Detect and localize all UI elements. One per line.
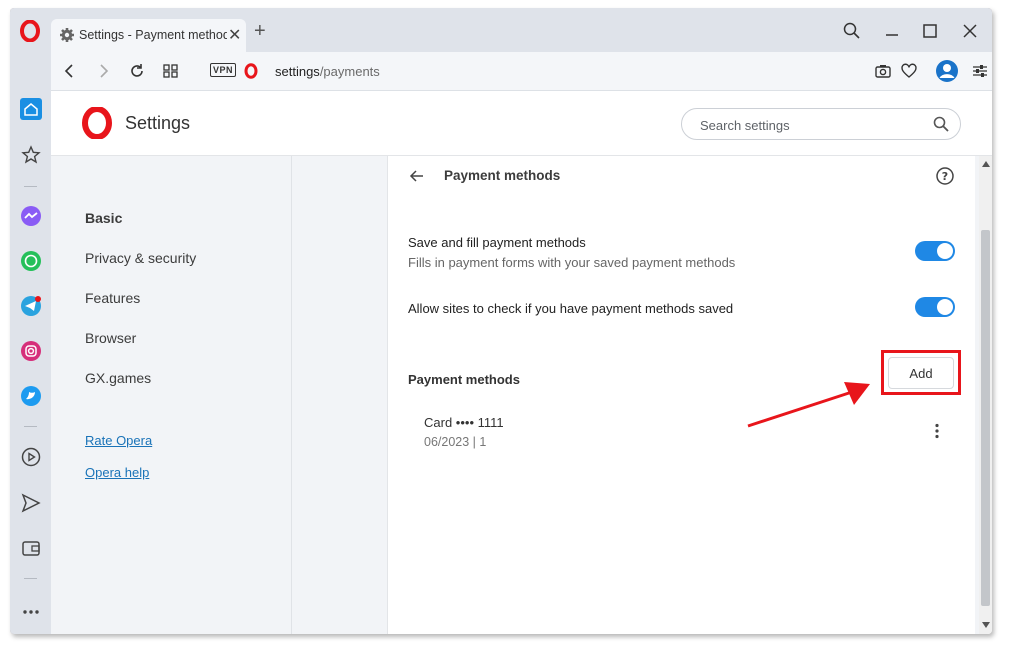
toggle-knob — [937, 299, 953, 315]
nav-item-privacy-security[interactable]: Privacy & security — [85, 250, 196, 266]
panel-title: Payment methods — [444, 168, 561, 183]
page-title: Settings — [125, 113, 191, 133]
url-field[interactable]: settings/payments — [275, 64, 380, 79]
opera-sidebar — [10, 52, 51, 634]
settings-page: Settings Basic Privacy & security Featur… — [51, 91, 992, 634]
help-icon[interactable]: ? — [935, 166, 955, 186]
vpn-badge[interactable]: VPN — [210, 63, 237, 77]
allow-check-title: Allow sites to check if you have payment… — [408, 301, 734, 316]
nav-item-features[interactable]: Features — [85, 290, 140, 306]
settings-header: Settings — [51, 91, 992, 156]
bookmarks-icon[interactable] — [20, 144, 42, 166]
scroll-down-icon[interactable] — [982, 622, 990, 628]
tab-settings[interactable]: Settings - Payment methods ✕ — [51, 19, 246, 53]
tab-close-icon[interactable]: ✕ — [228, 25, 241, 45]
search-input[interactable] — [698, 115, 922, 135]
send-flow-icon[interactable] — [20, 492, 42, 514]
opera-logo-icon — [82, 107, 112, 139]
gear-icon — [60, 28, 74, 42]
forward-icon[interactable] — [94, 62, 112, 80]
card-expiry: 06/2023 | 1 — [424, 435, 487, 449]
player-icon[interactable] — [20, 446, 42, 468]
tab-title: Settings - Payment methods — [79, 28, 227, 42]
twitter-icon[interactable] — [20, 385, 42, 407]
nav-item-browser[interactable]: Browser — [85, 330, 136, 346]
messenger-icon[interactable] — [20, 205, 42, 227]
opera-help-link[interactable]: Opera help — [85, 465, 149, 480]
speed-dial-icon[interactable] — [162, 62, 180, 80]
toggle-knob — [937, 243, 953, 259]
easy-setup-icon[interactable] — [971, 62, 989, 80]
search-tabs-icon[interactable] — [842, 21, 862, 41]
tab-bar: Settings - Payment methods ✕ + — [10, 8, 992, 53]
card-name: Card •••• 1111 — [424, 415, 504, 430]
close-window-icon[interactable] — [960, 21, 980, 41]
rate-opera-link[interactable]: Rate Opera — [85, 433, 152, 448]
more-icon[interactable] — [20, 601, 42, 623]
nav-item-gx-games[interactable]: GX.games — [85, 370, 151, 386]
whatsapp-icon[interactable] — [20, 250, 42, 272]
save-fill-subtitle: Fills in payment forms with your saved p… — [408, 255, 736, 270]
reload-icon[interactable] — [128, 62, 146, 80]
back-icon[interactable] — [61, 62, 79, 80]
snapshot-icon[interactable] — [874, 62, 892, 80]
maximize-icon[interactable] — [920, 21, 940, 41]
heart-icon[interactable] — [900, 62, 918, 80]
payment-methods-panel: Payment methods ? Save and fill payment … — [387, 156, 976, 634]
save-fill-toggle[interactable] — [915, 241, 955, 261]
search-box[interactable] — [681, 108, 961, 140]
sidebar-divider — [24, 578, 37, 579]
scroll-up-icon[interactable] — [982, 161, 990, 167]
settings-nav: Basic Privacy & security Features Browse… — [51, 156, 292, 634]
search-icon — [933, 116, 949, 132]
url-path: /payments — [319, 64, 380, 79]
scrollbar[interactable] — [979, 156, 992, 634]
svg-text:?: ? — [942, 170, 948, 183]
payment-methods-heading: Payment methods — [408, 372, 520, 387]
browser-window: Settings - Payment methods ✕ + VPN setti… — [10, 8, 992, 634]
scrollbar-thumb[interactable] — [981, 230, 990, 606]
address-bar: VPN settings/payments — [51, 52, 992, 91]
opera-menu-icon[interactable] — [20, 20, 40, 42]
save-fill-title: Save and fill payment methods — [408, 235, 586, 250]
minimize-icon[interactable] — [882, 21, 902, 41]
more-actions-icon[interactable] — [929, 422, 945, 440]
content-gutter — [292, 156, 387, 634]
profile-avatar-icon[interactable] — [935, 59, 959, 83]
opera-site-icon — [244, 63, 258, 79]
back-arrow-icon[interactable] — [408, 167, 426, 185]
url-host: settings — [275, 64, 320, 79]
home-icon[interactable] — [20, 98, 42, 120]
telegram-icon[interactable] — [20, 295, 42, 317]
instagram-icon[interactable] — [20, 340, 42, 362]
sidebar-divider — [24, 426, 37, 427]
new-tab-button[interactable]: + — [254, 21, 266, 41]
sidebar-divider — [24, 186, 37, 187]
annotation-arrow-icon — [747, 382, 870, 428]
highlight-box — [881, 350, 961, 395]
nav-item-basic[interactable]: Basic — [85, 210, 122, 226]
wallet-icon[interactable] — [20, 537, 42, 559]
allow-check-toggle[interactable] — [915, 297, 955, 317]
